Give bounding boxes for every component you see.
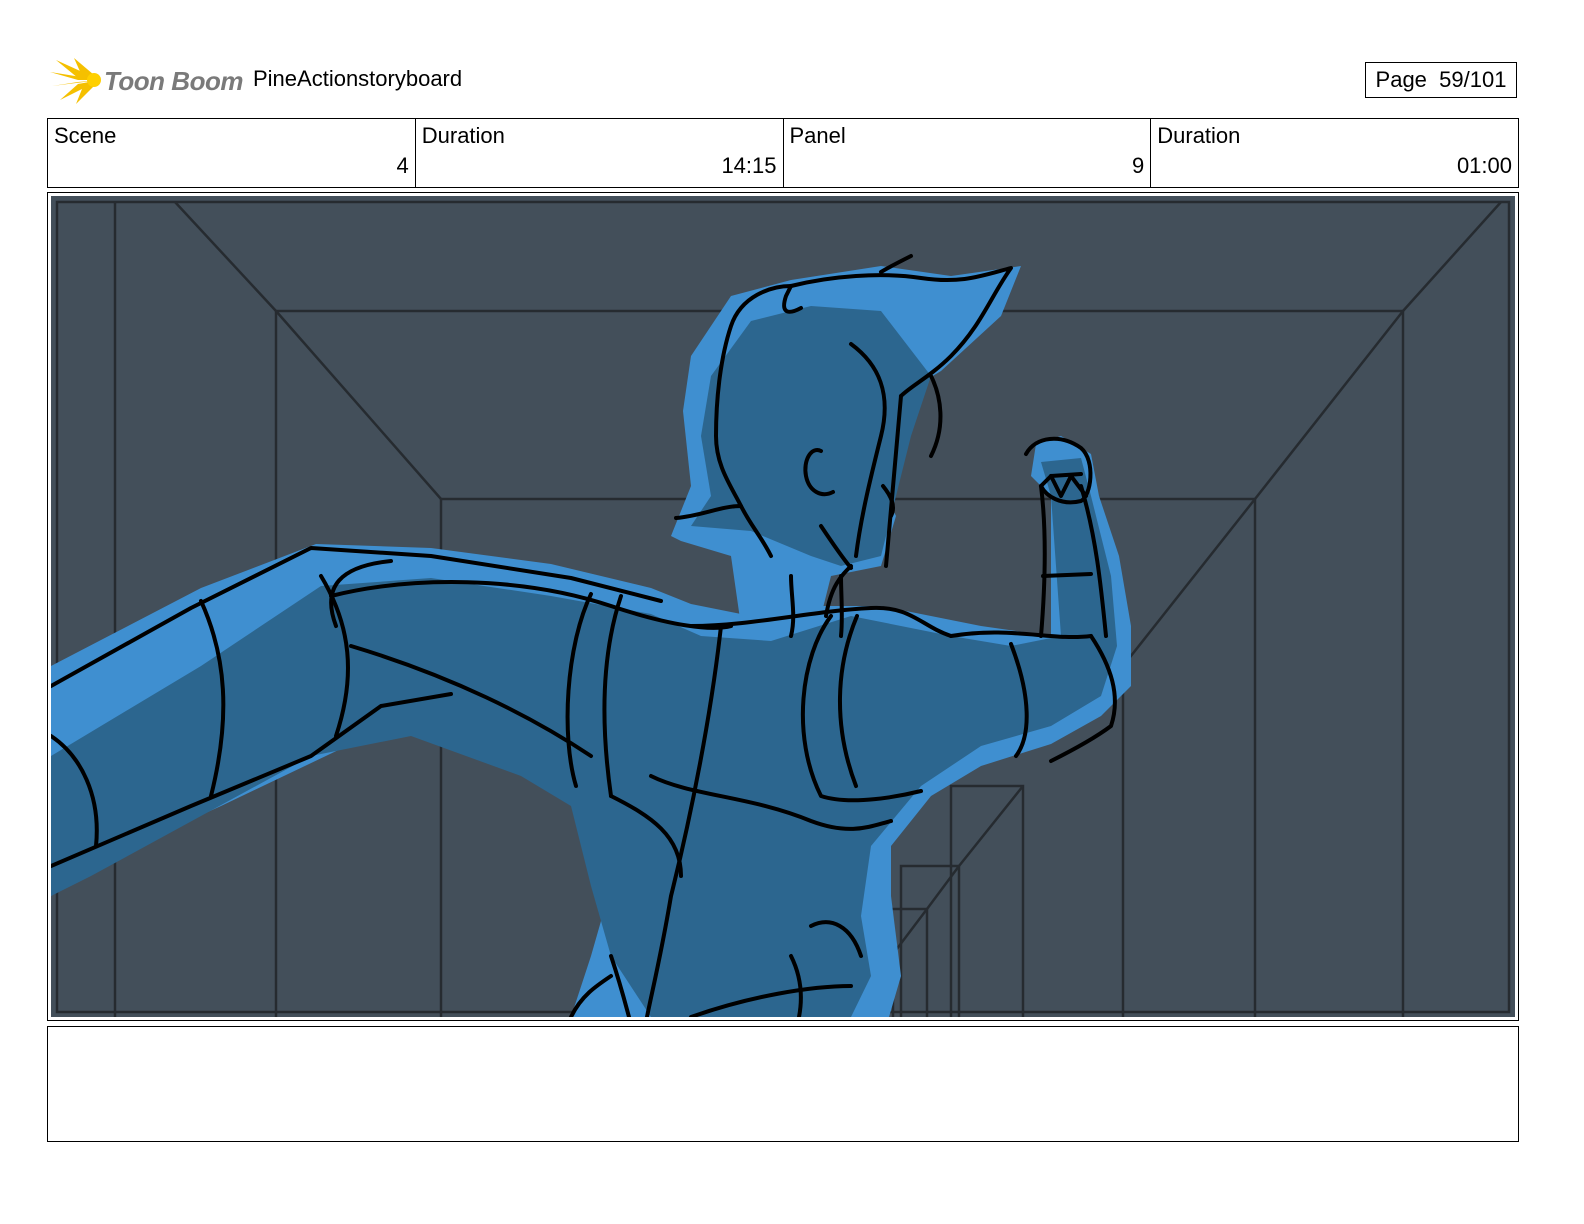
logo-text: Toon Boom — [104, 66, 243, 96]
toon-boom-logo: Toon Boom — [48, 54, 243, 106]
project-title: PineActionstoryboard — [253, 66, 463, 91]
page-header: Toon Boom PineActionstoryboard Page 59/1… — [48, 52, 1536, 108]
storyboard-drawing — [51, 196, 1515, 1017]
panel-cell: Panel 9 — [784, 119, 1152, 187]
panel-image-frame — [47, 192, 1519, 1021]
panel-value: 9 — [1132, 153, 1145, 178]
scene-value: 4 — [396, 153, 409, 178]
scene-duration-label: Duration — [421, 123, 505, 148]
scene-duration-cell: Duration 14:15 — [416, 119, 784, 187]
page-label: Page — [1375, 67, 1427, 92]
starburst-icon — [50, 58, 101, 104]
panel-info-table: Scene 4 Duration 14:15 Panel 9 Duration … — [47, 118, 1519, 188]
panel-duration-label: Duration — [1157, 123, 1241, 148]
scene-cell: Scene 4 — [48, 119, 416, 187]
page-number: 59/101 — [1439, 67, 1507, 92]
scene-duration-value: 14:15 — [721, 153, 777, 178]
page-indicator: Page 59/101 — [1365, 62, 1517, 98]
scene-label: Scene — [54, 123, 117, 148]
panel-label: Panel — [789, 123, 846, 148]
panel-duration-value: 01:00 — [1456, 153, 1512, 178]
panel-duration-cell: Duration 01:00 — [1151, 119, 1518, 187]
panel-notes-box — [47, 1026, 1519, 1142]
